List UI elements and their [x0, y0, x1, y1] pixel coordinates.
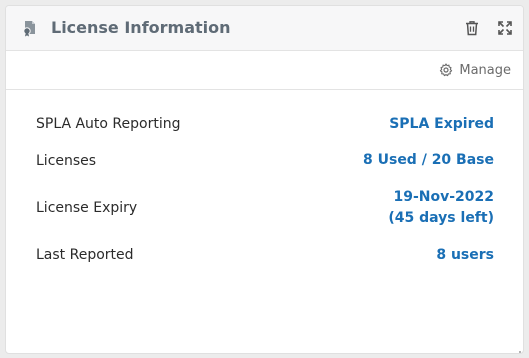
expiry-date: 19-Nov-2022 — [393, 189, 494, 205]
row-label: Licenses — [36, 152, 97, 169]
list-item-spla-auto-reporting: SPLA Auto Reporting SPLA Expired — [36, 106, 494, 142]
delete-widget-button[interactable] — [462, 18, 482, 38]
license-information-widget: License Information Manage SPLA Auto Rep… — [5, 5, 524, 354]
license-expiry-value[interactable]: 19-Nov-2022 (45 days left) — [388, 187, 494, 229]
trash-icon — [466, 21, 478, 36]
manage-button[interactable]: Manage — [439, 61, 511, 79]
expand-widget-button[interactable] — [495, 18, 515, 38]
last-reported-link[interactable]: 8 users — [436, 245, 494, 266]
expand-icon — [498, 21, 512, 35]
widget-toolbar: Manage — [6, 51, 523, 90]
spla-status-link[interactable]: SPLA Expired — [389, 114, 494, 135]
license-details-list: SPLA Auto Reporting SPLA Expired License… — [36, 106, 494, 273]
gear-icon — [440, 63, 453, 77]
list-item-license-expiry: License Expiry 19-Nov-2022 (45 days left… — [36, 179, 494, 237]
expiry-days-left: (45 days left) — [388, 210, 494, 226]
resize-handle-icon[interactable] — [513, 343, 521, 353]
widget-header: License Information — [6, 6, 523, 51]
widget-title: License Information — [51, 18, 231, 37]
licenses-usage-link[interactable]: 8 Used / 20 Base — [363, 150, 494, 171]
row-label: License Expiry — [36, 200, 138, 216]
list-item-last-reported: Last Reported 8 users — [36, 237, 494, 273]
list-item-licenses: Licenses 8 Used / 20 Base — [36, 142, 494, 179]
manage-label: Manage — [459, 62, 511, 78]
row-label: Last Reported — [36, 247, 134, 263]
license-document-icon — [21, 19, 39, 37]
row-label: SPLA Auto Reporting — [36, 116, 181, 132]
